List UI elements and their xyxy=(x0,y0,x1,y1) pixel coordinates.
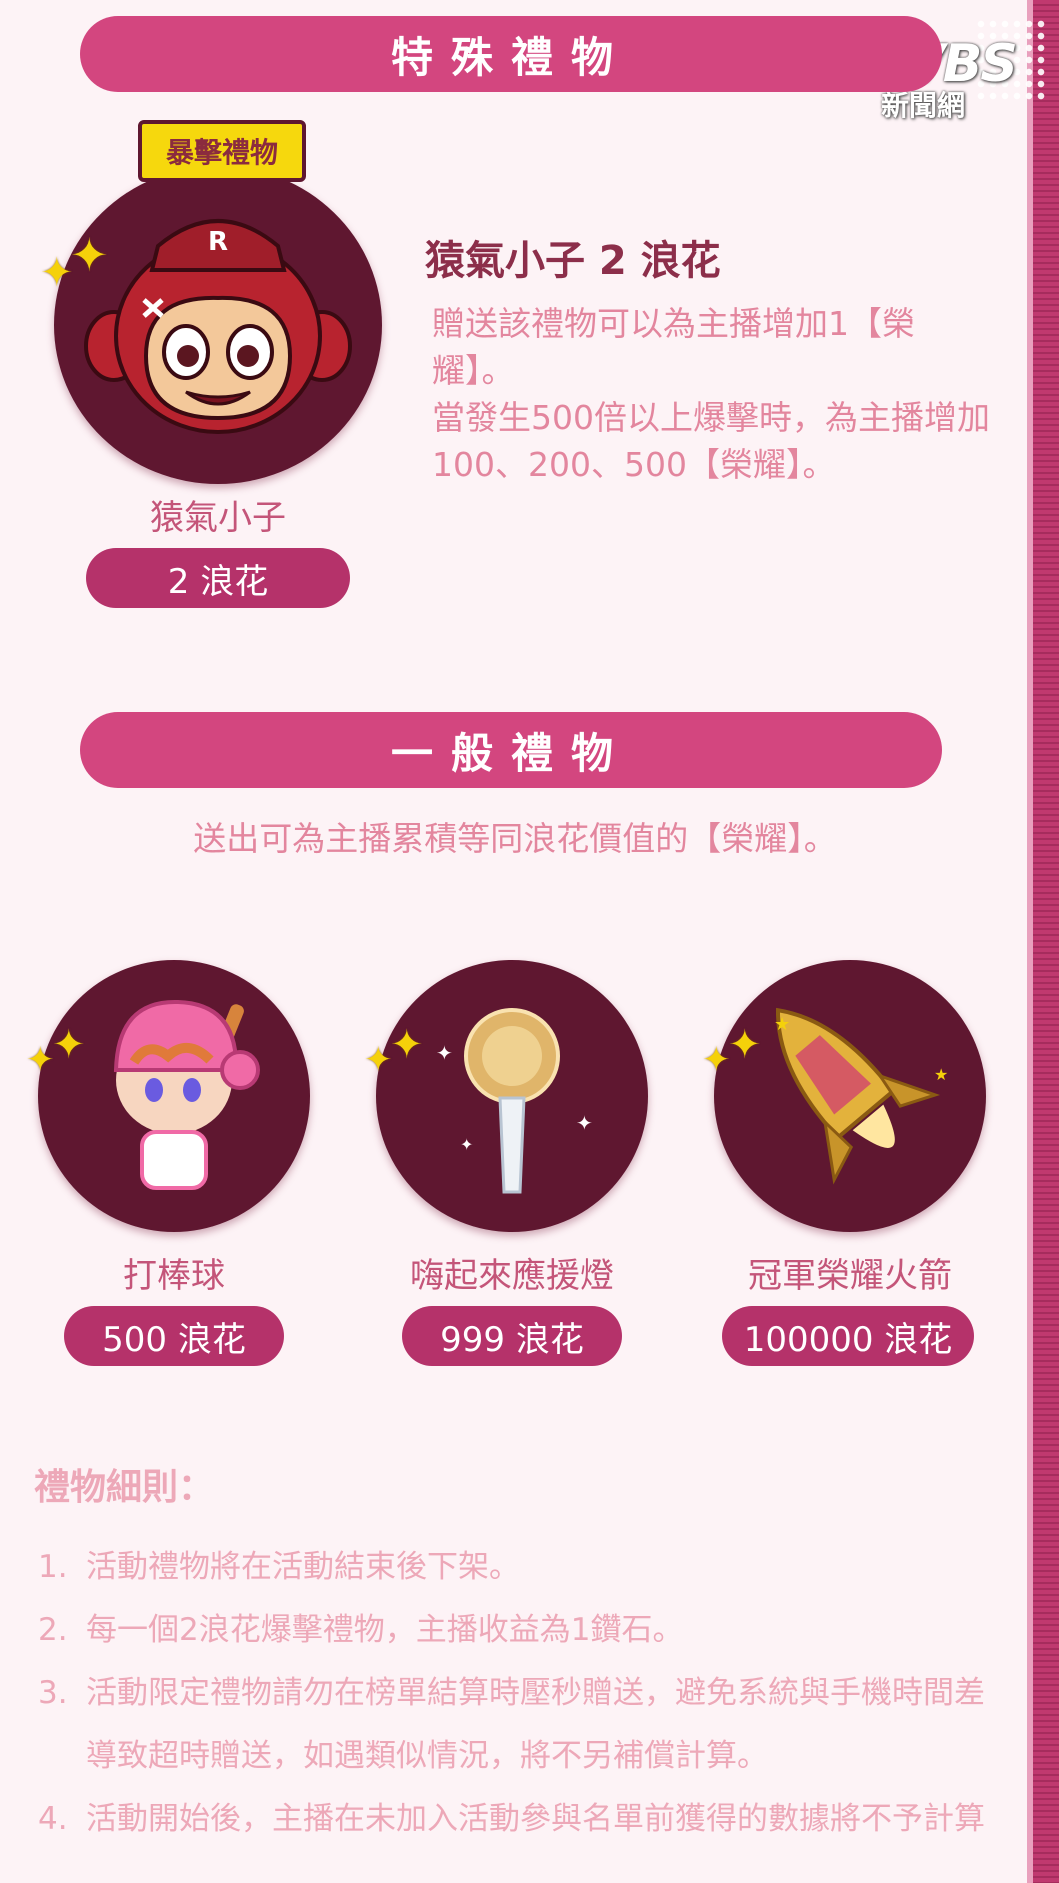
sparkle-icon: ✦ xyxy=(390,1022,424,1068)
special-gift-price[interactable]: 2 浪花 xyxy=(86,548,350,608)
special-gift-image[interactable]: R xyxy=(54,166,382,484)
svg-text:★: ★ xyxy=(934,1065,948,1084)
sparkle-icon: ✦ xyxy=(364,1040,393,1080)
right-edge-border xyxy=(1027,0,1059,1883)
rule-item: 4. 活動開始後，主播在未加入活動參與名單前獲得的數據將不予計算 xyxy=(38,1801,985,1837)
gift-rules-title: 禮物細則： xyxy=(34,1467,215,1508)
sparkle-icon: ✦ xyxy=(26,1040,55,1080)
svg-text:✦: ✦ xyxy=(436,1041,453,1065)
sparkle-icon: ✦ xyxy=(40,250,74,296)
gift-price-cheer-light[interactable]: 999 浪花 xyxy=(402,1306,622,1366)
sparkle-icon: ✦ xyxy=(70,228,109,282)
rule-item: 1. 活動禮物將在活動結束後下架。 xyxy=(38,1549,520,1585)
special-gift-header: 特殊禮物 xyxy=(80,16,942,92)
gift-card-cheer-light[interactable]: ✦ ✦ ✦ xyxy=(376,960,648,1232)
critical-gift-tag: 暴擊禮物 xyxy=(138,120,306,182)
desc-line-2: 當發生500倍以上爆擊時，為主播增加100、200、500【榮耀】。 xyxy=(432,398,990,484)
svg-text:★: ★ xyxy=(774,1014,790,1035)
desc-line-1: 贈送該禮物可以為主播增加1【榮耀】。 xyxy=(432,304,915,390)
baseball-girl-icon xyxy=(113,999,260,1190)
gift-name-cheer-light: 嗨起來應援燈 xyxy=(410,1256,614,1296)
gift-card-baseball[interactable] xyxy=(38,960,310,1232)
gift-rules-list: 1. 活動禮物將在活動結束後下架。 2. 每一個2浪花爆擊禮物，主播收益為1鑽石。 … xyxy=(38,1536,988,1851)
gift-name-baseball: 打棒球 xyxy=(123,1256,225,1296)
general-gift-description: 送出可為主播累積等同浪花價值的【榮耀】。 xyxy=(193,819,837,858)
gift-price-baseball[interactable]: 500 浪花 xyxy=(64,1306,284,1366)
gift-name-rocket: 冠軍榮耀火箭 xyxy=(748,1256,952,1296)
rocket-icon: ★ ★ xyxy=(774,1007,948,1185)
monkey-mascot-icon: R xyxy=(84,219,352,434)
svg-text:R: R xyxy=(208,227,228,257)
sparkle-icon: ✦ xyxy=(728,1022,762,1068)
special-gift-desc-title: 猿氣小子 2 浪花 xyxy=(425,238,721,284)
gift-card-rocket[interactable]: ★ ★ xyxy=(714,960,986,1232)
svg-text:✦: ✦ xyxy=(576,1111,593,1135)
cheer-light-icon: ✦ ✦ ✦ xyxy=(436,1008,593,1194)
sparkle-icon: ✦ xyxy=(702,1040,731,1080)
rule-item: 2. 每一個2浪花爆擊禮物，主播收益為1鑽石。 xyxy=(38,1612,684,1648)
special-gift-name: 猿氣小子 xyxy=(150,498,286,538)
special-gift-description: 贈送該禮物可以為主播增加1【榮耀】。 當發生500倍以上爆擊時，為主播增加100… xyxy=(432,300,992,488)
gift-price-rocket[interactable]: 100000 浪花 xyxy=(722,1306,974,1366)
sparkle-icon: ✦ xyxy=(52,1022,86,1068)
svg-text:✦: ✦ xyxy=(460,1135,473,1154)
general-gift-header: 一般禮物 xyxy=(80,712,942,788)
rule-item: 3. 活動限定禮物請勿在榜單結算時壓秒贈送，避免系統與手機時間差導致超時贈送，如遇… xyxy=(38,1675,985,1774)
